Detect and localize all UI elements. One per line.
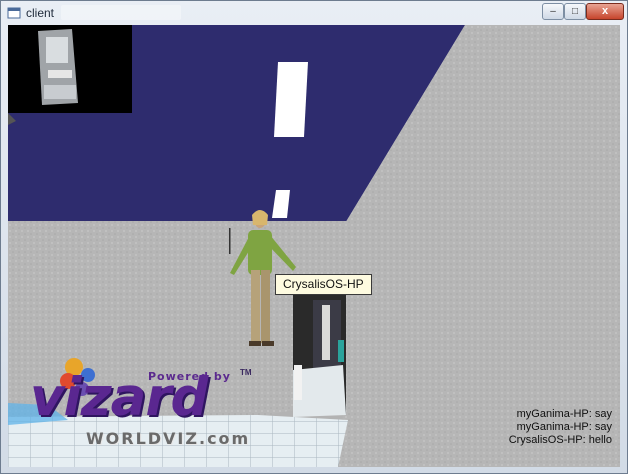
maximize-button[interactable]: □ bbox=[564, 3, 586, 20]
minimap-grid bbox=[48, 70, 72, 78]
close-button[interactable]: x bbox=[586, 3, 624, 20]
minimize-button[interactable]: – bbox=[542, 3, 564, 20]
doorway-object bbox=[338, 340, 344, 362]
chat-line: myGanima-HP: say bbox=[516, 408, 612, 420]
window-title: client bbox=[26, 6, 55, 20]
logo-wordmark: vizard bbox=[30, 367, 208, 428]
avatar-name-tag: CrysalisOS-HP bbox=[275, 274, 372, 295]
doorway-fixture bbox=[294, 365, 302, 400]
chat-line: myGanima-HP: say bbox=[516, 421, 612, 433]
back-wall bbox=[8, 221, 348, 251]
title-bar-glass bbox=[61, 5, 181, 20]
3d-viewport[interactable]: CrysalisOS-HP Powered by TM vizard WORLD… bbox=[8, 25, 620, 467]
pole bbox=[229, 228, 231, 254]
chat-line: CrysalisOS-HP: hello bbox=[508, 434, 612, 446]
logo-trademark: TM bbox=[240, 368, 252, 377]
chat-log: myGanima-HP: say myGanima-HP: say Crysal… bbox=[509, 408, 612, 447]
title-bar[interactable]: client – □ x bbox=[1, 1, 627, 25]
minimap-grid bbox=[46, 37, 68, 63]
client-window: client – □ x CrysalisOS-HP Powered by TM… bbox=[0, 0, 628, 474]
ceiling-light bbox=[274, 62, 308, 137]
minimap-grid bbox=[44, 85, 76, 99]
doorway-light bbox=[322, 305, 330, 360]
window-app-icon bbox=[7, 7, 21, 19]
logo-site: WORLDVIZ.com bbox=[86, 429, 251, 448]
